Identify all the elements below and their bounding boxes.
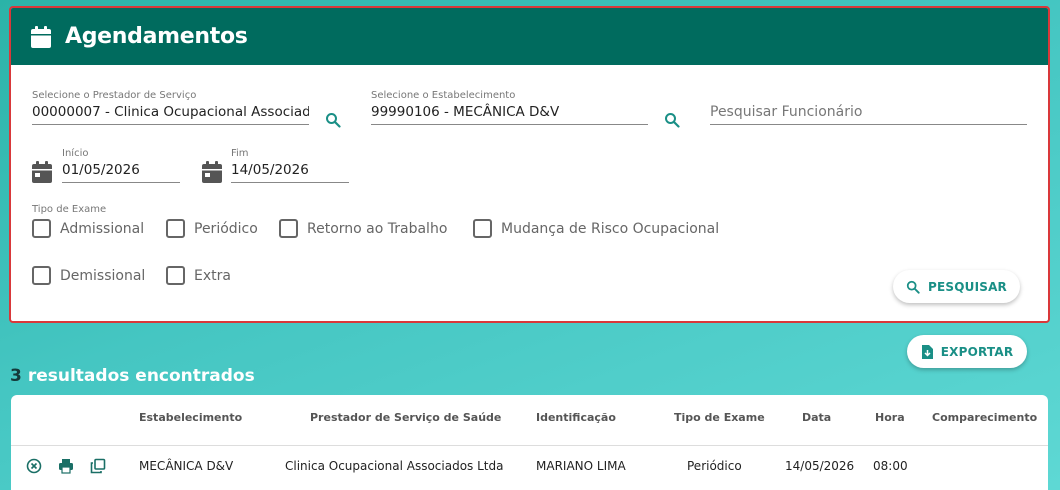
- results-count-heading: 3 resultados encontrados: [10, 366, 255, 386]
- checkbox-retorno-ao-trabalho[interactable]: Retorno ao Trabalho: [279, 219, 447, 238]
- cancel-circle-icon[interactable]: [26, 458, 42, 474]
- pesquisar-label: PESQUISAR: [927, 279, 1007, 294]
- checkbox-box[interactable]: [166, 266, 185, 285]
- exportar-label: EXPORTAR: [940, 344, 1014, 359]
- prestador-select[interactable]: Selecione o Prestador de Serviço 0000000…: [32, 90, 309, 125]
- column-header[interactable]: Identificação: [536, 411, 616, 424]
- cell-data: 14/05/2026: [785, 459, 855, 473]
- cell-identificacao: MARIANO LIMA: [536, 459, 626, 473]
- checkbox-demissional[interactable]: Demissional: [32, 266, 145, 285]
- checkbox-label: Admissional: [60, 220, 145, 237]
- prestador-label: Selecione o Prestador de Serviço: [32, 90, 197, 101]
- column-header[interactable]: Tipo de Exame: [674, 411, 765, 424]
- pesquisar-button[interactable]: PESQUISAR: [893, 270, 1020, 303]
- table-divider: [11, 445, 1048, 446]
- page-title: Agendamentos: [65, 24, 248, 49]
- checkbox-box[interactable]: [279, 219, 298, 238]
- estabelecimento-label: Selecione o Estabelecimento: [371, 90, 516, 101]
- card-header: Agendamentos: [11, 8, 1048, 65]
- funcionario-search-input[interactable]: Pesquisar Funcionário: [710, 102, 1027, 125]
- inicio-value[interactable]: 01/05/2026: [62, 160, 180, 183]
- inicio-label: Início: [62, 148, 89, 159]
- column-header[interactable]: Comparecimento: [932, 411, 1037, 424]
- checkbox-extra[interactable]: Extra: [166, 266, 231, 285]
- fim-value[interactable]: 14/05/2026: [231, 160, 349, 183]
- prestador-search-icon[interactable]: [325, 112, 341, 128]
- estabelecimento-value[interactable]: 99990106 - MECÂNICA D&V: [371, 102, 648, 125]
- copy-icon[interactable]: [90, 458, 106, 474]
- checkbox-label: Extra: [194, 267, 231, 284]
- checkbox-periodico[interactable]: Periódico: [166, 219, 258, 238]
- cell-prestador: Clinica Ocupacional Associados Ltda: [285, 459, 504, 473]
- column-header[interactable]: Estabelecimento: [139, 411, 242, 424]
- checkbox-box[interactable]: [32, 266, 51, 285]
- results-table: Estabelecimento Prestador de Serviço de …: [11, 395, 1048, 490]
- checkbox-label: Periódico: [194, 220, 258, 237]
- cell-tipo-exame: Periódico: [687, 459, 742, 473]
- inicio-calendar-icon[interactable]: [32, 161, 52, 183]
- checkbox-admissional[interactable]: Admissional: [32, 219, 144, 238]
- fim-date-field[interactable]: Fim 14/05/2026: [231, 148, 349, 183]
- tipo-exame-label: Tipo de Exame: [32, 204, 107, 215]
- fim-calendar-icon[interactable]: [202, 161, 222, 183]
- agendamentos-card: Agendamentos Selecione o Prestador de Se…: [9, 6, 1050, 323]
- checkbox-mudanca-de-risco[interactable]: Mudança de Risco Ocupacional: [473, 219, 719, 238]
- inicio-date-field[interactable]: Início 01/05/2026: [62, 148, 180, 183]
- column-header[interactable]: Data: [802, 411, 831, 424]
- checkbox-label: Demissional: [60, 267, 146, 284]
- checkbox-box[interactable]: [473, 219, 492, 238]
- estabelecimento-select[interactable]: Selecione o Estabelecimento 99990106 - M…: [371, 90, 648, 125]
- checkbox-box[interactable]: [166, 219, 185, 238]
- download-file-icon: [921, 344, 933, 359]
- cell-hora: 08:00: [873, 459, 908, 473]
- results-count: 3: [10, 366, 22, 386]
- calendar-icon: [31, 25, 51, 48]
- column-header[interactable]: Hora: [875, 411, 905, 424]
- checkbox-label: Mudança de Risco Ocupacional: [501, 220, 720, 237]
- checkbox-label: Retorno ao Trabalho: [307, 220, 448, 237]
- fim-label: Fim: [231, 148, 249, 159]
- column-header[interactable]: Prestador de Serviço de Saúde: [310, 411, 501, 424]
- estabelecimento-search-icon[interactable]: [664, 112, 680, 128]
- prestador-value[interactable]: 00000007 - Clinica Ocupacional Associado…: [32, 102, 309, 125]
- cell-estabelecimento: MECÂNICA D&V: [139, 459, 234, 473]
- exportar-button[interactable]: EXPORTAR: [907, 335, 1027, 368]
- checkbox-box[interactable]: [32, 219, 51, 238]
- search-icon: [906, 280, 920, 294]
- print-icon[interactable]: [58, 458, 74, 474]
- funcionario-placeholder[interactable]: Pesquisar Funcionário: [710, 102, 1027, 125]
- results-label: resultados encontrados: [27, 366, 255, 386]
